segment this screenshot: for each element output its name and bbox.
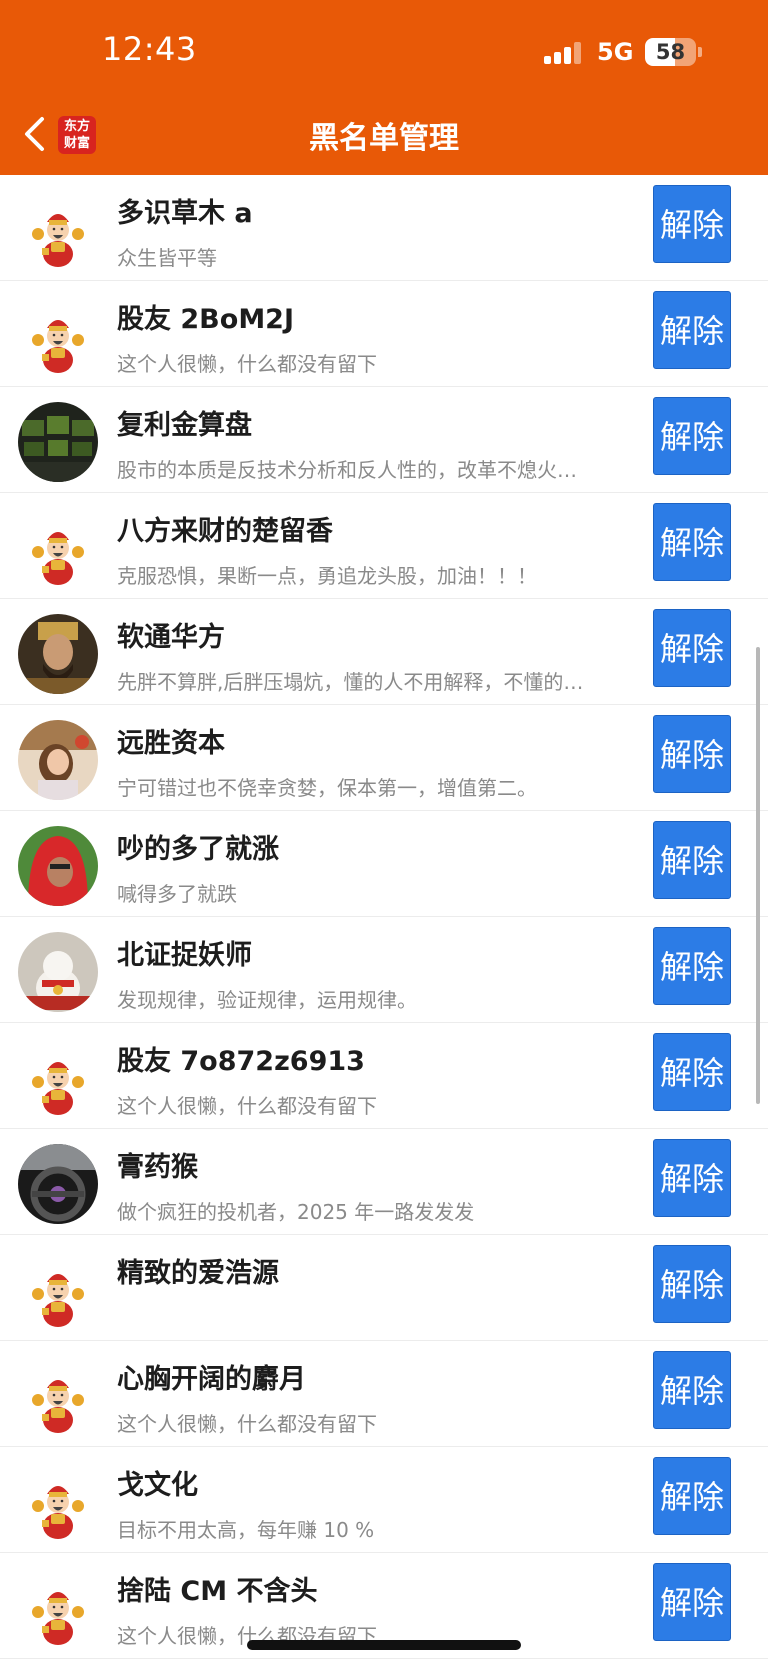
blacklist-row[interactable]: 远胜资本宁可错过也不侥幸贪婪，保本第一，增值第二。 解除 [0, 705, 768, 811]
status-time: 12:43 [102, 30, 197, 68]
user-name[interactable]: 股友 7o872z6913 [117, 1039, 365, 1078]
blacklist: 多识草木 a 众生皆平等 解除 股友 2BoM2J 这个人很懒，什么都没有留下 解除 [0, 175, 768, 1659]
unblock-button[interactable]: 解除 [653, 821, 731, 899]
user-signature: 克服恐惧，果断一点，勇追龙头股，加油！！！ [117, 564, 537, 588]
unblock-button[interactable]: 解除 [653, 1563, 731, 1641]
network-type: 5G [597, 38, 634, 66]
signal-icon [544, 42, 584, 64]
page-title: 黑名单管理 [309, 121, 459, 156]
unblock-button[interactable]: 解除 [653, 1033, 731, 1111]
user-avatar[interactable] [18, 1462, 98, 1542]
unblock-button[interactable]: 解除 [653, 1139, 731, 1217]
blacklist-row[interactable]: 八方来财的楚留香克服恐惧，果断一点，勇追龙头股，加油！！！ 解除 [0, 493, 768, 599]
battery-icon: 58 [645, 38, 696, 66]
blacklist-row[interactable]: 心胸开阔的麝月这个人很懒，什么都没有留下 解除 [0, 1341, 768, 1447]
user-avatar[interactable] [18, 720, 98, 800]
user-avatar[interactable] [18, 1250, 98, 1330]
user-avatar[interactable] [18, 190, 98, 270]
user-avatar[interactable] [18, 614, 98, 694]
nav-header: 12:43 5G 58 东方 财富 黑名单管理 [0, 0, 768, 175]
user-signature: 股市的本质是反技术分析和反人性的，改革不熄火… [117, 458, 577, 482]
user-name[interactable]: 软通华方 [117, 615, 225, 654]
unblock-button[interactable]: 解除 [653, 1457, 731, 1535]
user-avatar[interactable] [18, 508, 98, 588]
user-name[interactable]: 远胜资本 [117, 721, 225, 760]
user-avatar[interactable] [18, 1356, 98, 1436]
user-signature: 发现规律，验证规律，运用规律。 [117, 988, 417, 1012]
unblock-button[interactable]: 解除 [653, 397, 731, 475]
unblock-button[interactable]: 解除 [653, 609, 731, 687]
blacklist-row[interactable]: 多识草木 a 众生皆平等 解除 [0, 175, 768, 281]
user-avatar[interactable] [18, 296, 98, 376]
blacklist-row[interactable]: 吵的多了就涨喊得多了就跌 解除 [0, 811, 768, 917]
blacklist-row[interactable]: 股友 7o872z6913 这个人很懒，什么都没有留下 解除 [0, 1023, 768, 1129]
user-signature: 做个疯狂的投机者，2025 年一路发发发 [117, 1200, 475, 1224]
user-name[interactable]: 精致的爱浩源 [117, 1251, 279, 1290]
user-signature: 这个人很懒，什么都没有留下 [117, 1094, 377, 1118]
user-signature: 先胖不算胖,后胖压塌炕，懂的人不用解释，不懂的… [117, 670, 584, 694]
unblock-button[interactable]: 解除 [653, 503, 731, 581]
user-avatar[interactable] [18, 1144, 98, 1224]
user-name[interactable]: 心胸开阔的麝月 [117, 1357, 306, 1396]
home-indicator[interactable] [247, 1640, 521, 1650]
blacklist-row[interactable]: 精致的爱浩源 解除 [0, 1235, 768, 1341]
user-name[interactable]: 股友 2BoM2J [117, 297, 294, 336]
unblock-button[interactable]: 解除 [653, 291, 731, 369]
user-avatar[interactable] [18, 826, 98, 906]
blacklist-row[interactable]: 软通华方先胖不算胖,后胖压塌炕，懂的人不用解释，不懂的… 解除 [0, 599, 768, 705]
user-name[interactable]: 多识草木 a [117, 191, 253, 230]
blacklist-row[interactable]: 复利金算盘股市的本质是反技术分析和反人性的，改革不熄火… 解除 [0, 387, 768, 493]
scrollbar[interactable] [756, 647, 760, 1104]
blacklist-row[interactable]: 北证捉妖师发现规律，验证规律，运用规律。 解除 [0, 917, 768, 1023]
user-avatar[interactable] [18, 932, 98, 1012]
unblock-button[interactable]: 解除 [653, 927, 731, 1005]
user-name[interactable]: 戈文化 [117, 1463, 198, 1502]
user-signature: 这个人很懒，什么都没有留下 [117, 1412, 377, 1436]
unblock-button[interactable]: 解除 [653, 1245, 731, 1323]
battery-level: 58 [655, 40, 686, 64]
blacklist-row[interactable]: 股友 2BoM2J 这个人很懒，什么都没有留下 解除 [0, 281, 768, 387]
unblock-button[interactable]: 解除 [653, 1351, 731, 1429]
user-name[interactable]: 八方来财的楚留香 [117, 509, 333, 548]
user-signature: 宁可错过也不侥幸贪婪，保本第一，增值第二。 [117, 776, 537, 800]
blacklist-row[interactable]: 戈文化目标不用太高，每年赚 10 % 解除 [0, 1447, 768, 1553]
user-name[interactable]: 复利金算盘 [117, 403, 252, 442]
user-signature: 目标不用太高，每年赚 10 % [117, 1518, 375, 1542]
unblock-button[interactable]: 解除 [653, 185, 731, 263]
unblock-button[interactable]: 解除 [653, 715, 731, 793]
user-signature: 喊得多了就跌 [117, 882, 237, 906]
battery-tip [698, 47, 702, 57]
user-name[interactable]: 北证捉妖师 [117, 933, 252, 972]
user-signature: 众生皆平等 [117, 246, 217, 270]
user-avatar[interactable] [18, 1038, 98, 1118]
user-name[interactable]: 膏药猴 [117, 1145, 198, 1184]
user-name[interactable]: 吵的多了就涨 [117, 827, 279, 866]
user-name[interactable]: 捨陆 CM 不含头 [117, 1569, 317, 1608]
user-avatar[interactable] [18, 402, 98, 482]
blacklist-row[interactable]: 膏药猴做个疯狂的投机者，2025 年一路发发发 解除 [0, 1129, 768, 1235]
user-signature: 这个人很懒，什么都没有留下 [117, 352, 377, 376]
user-avatar[interactable] [18, 1568, 98, 1648]
